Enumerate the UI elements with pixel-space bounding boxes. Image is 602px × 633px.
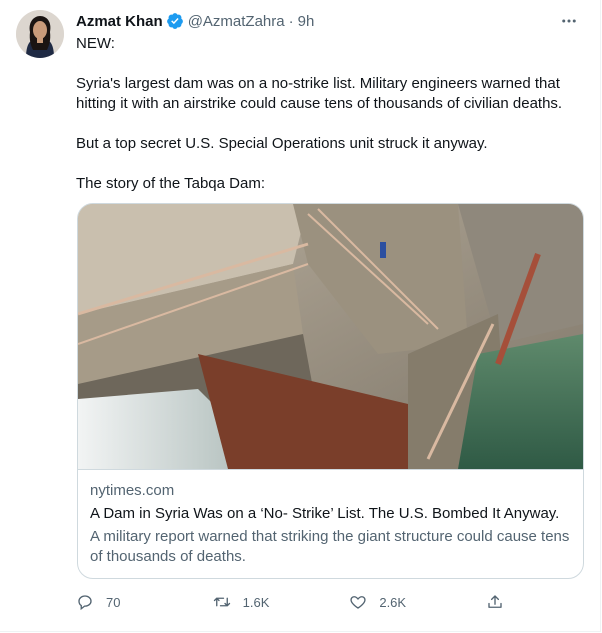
reply-icon [78, 595, 92, 611]
retweet-count: 1.6K [242, 594, 270, 610]
link-preview-card[interactable]: nytimes.com A Dam in Syria Was on a ‘No-… [77, 203, 584, 579]
share-icon [488, 595, 502, 608]
author-handle[interactable]: @AzmatZahra [188, 13, 285, 30]
heart-icon [350, 596, 366, 609]
more-options-button[interactable] [558, 10, 580, 32]
avatar[interactable] [16, 10, 64, 58]
author-name[interactable]: Azmat Khan [76, 13, 163, 30]
more-dots-icon [562, 19, 576, 23]
tweet-paragraph: Syria's largest dam was on a no-strike l… [76, 75, 565, 112]
tweet-paragraph: But a top secret U.S. Special Operations… [76, 135, 488, 152]
tweet-paragraph: NEW: [76, 35, 115, 52]
verified-badge-icon [166, 13, 183, 29]
separator-dot: · [288, 12, 294, 30]
like-button[interactable]: 2.6K [349, 591, 486, 613]
tweet-text: NEW: Syria's largest dam was on a no-str… [76, 34, 576, 194]
card-domain: nytimes.com [90, 482, 175, 499]
tweet-paragraph: The story of the Tabqa Dam: [76, 175, 265, 192]
retweet-button[interactable]: 1.6K [213, 591, 350, 613]
share-button[interactable] [486, 591, 516, 613]
card-description: A military report warned that striking t… [90, 528, 570, 565]
reply-count: 70 [106, 594, 121, 610]
avatar-image [16, 10, 64, 58]
card-image[interactable] [78, 204, 583, 470]
retweet-icon [213, 597, 230, 607]
tweet-timestamp[interactable]: 9h [298, 13, 315, 30]
reply-button[interactable]: 70 [76, 591, 213, 613]
tweet[interactable]: Azmat Khan @AzmatZahra · 9h NEW: Syria's… [0, 0, 601, 632]
tweet-header: Azmat Khan @AzmatZahra · 9h [76, 10, 584, 32]
like-count: 2.6K [379, 594, 407, 610]
card-title: A Dam in Syria Was on a ‘No- Strike’ Lis… [90, 505, 560, 522]
card-body: nytimes.com A Dam in Syria Was on a ‘No-… [90, 481, 571, 567]
tweet-actions: 70 1.6K 2.6K [76, 591, 516, 613]
